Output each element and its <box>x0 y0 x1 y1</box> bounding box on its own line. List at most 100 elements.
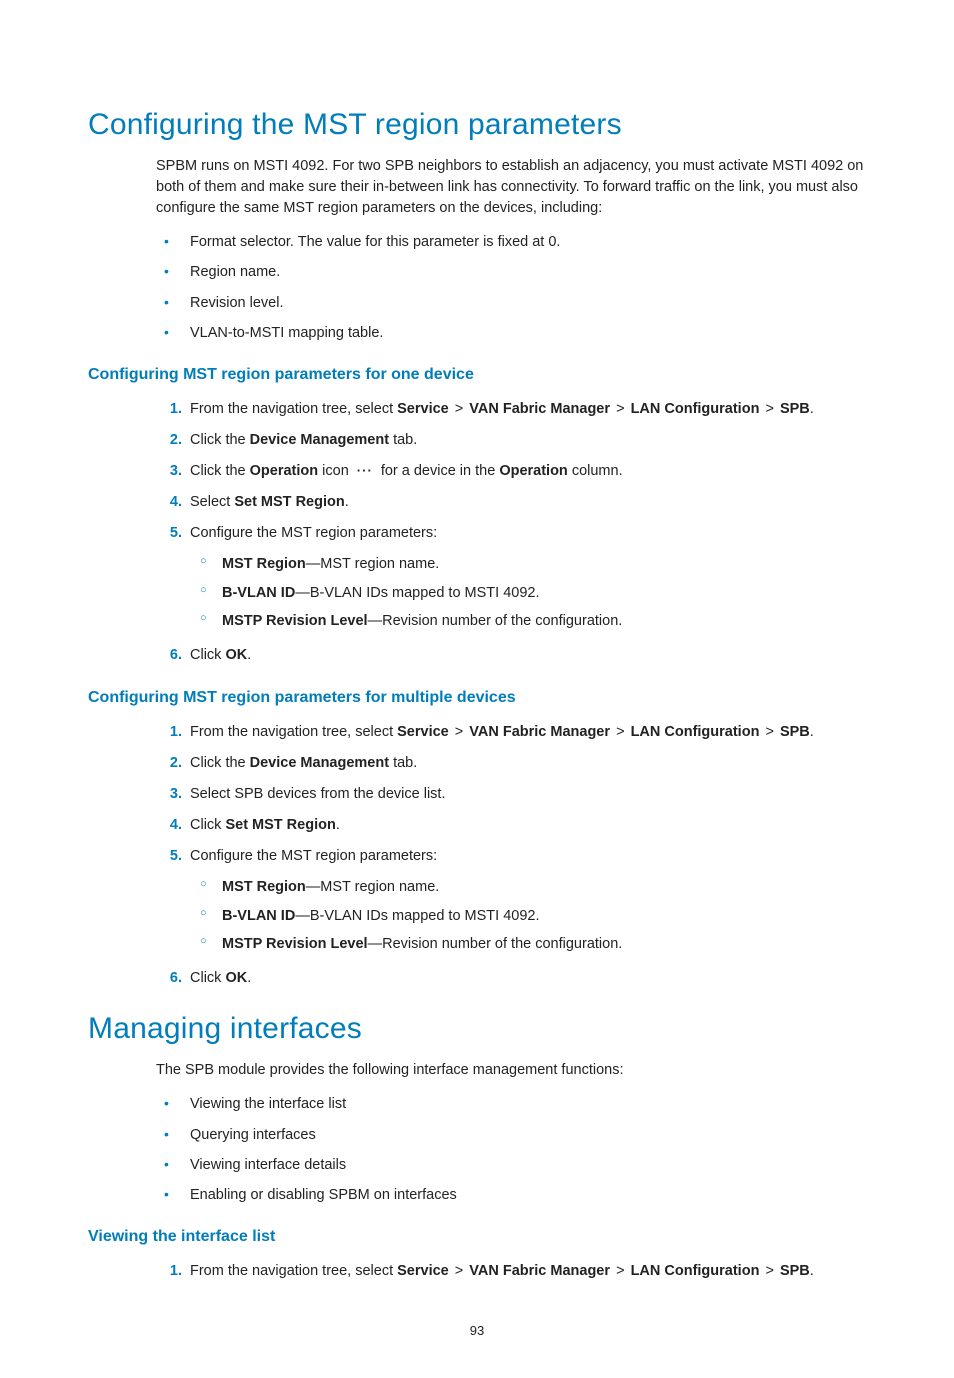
step-item: Configure the MST region parameters: MST… <box>156 518 866 640</box>
operation-icon: ··· <box>353 462 377 481</box>
set-mst-region-label: Set MST Region <box>225 817 335 833</box>
sub-item: B-VLAN ID—B-VLAN IDs mapped to MSTI 4092… <box>190 902 866 930</box>
ok-label: OK <box>225 647 247 663</box>
sub-text: —B-VLAN IDs mapped to MSTI 4092. <box>295 908 539 924</box>
sub-item: MST Region—MST region name. <box>190 550 866 578</box>
intro-paragraph: SPBM runs on MSTI 4092. For two SPB neig… <box>156 156 866 219</box>
steps-one-device: From the navigation tree, select Service… <box>156 394 866 671</box>
step-text: Select <box>190 494 234 510</box>
heading-multiple-devices: Configuring MST region parameters for mu… <box>88 689 866 707</box>
steps-multiple-devices: From the navigation tree, select Service… <box>156 717 866 994</box>
list-item: Querying interfaces <box>156 1120 866 1150</box>
nav-sep: > <box>765 724 773 740</box>
nav-vfm: VAN Fabric Manager <box>469 1263 610 1279</box>
operation-column-label: Operation <box>499 463 567 479</box>
step-text: for a device in the <box>377 463 500 479</box>
sub-text: —MST region name. <box>306 879 440 895</box>
list-item: Viewing interface details <box>156 1150 866 1180</box>
device-management-label: Device Management <box>250 755 389 771</box>
nav-vfm: VAN Fabric Manager <box>469 724 610 740</box>
step-text: Click <box>190 817 225 833</box>
step-text: Click <box>190 647 225 663</box>
step-text: Click the <box>190 432 250 448</box>
sub-text: —MST region name. <box>306 556 440 572</box>
mstp-revision-label: MSTP Revision Level <box>222 936 368 952</box>
step-item: Click the Device Management tab. <box>156 425 866 456</box>
step-item: Click OK. <box>156 640 866 671</box>
step-text: tab. <box>389 432 417 448</box>
step-item: Select SPB devices from the device list. <box>156 779 866 810</box>
bvlan-id-label: B-VLAN ID <box>222 585 295 601</box>
step-item: Click the Device Management tab. <box>156 748 866 779</box>
mst-region-label: MST Region <box>222 879 306 895</box>
nav-service: Service <box>397 1263 449 1279</box>
nav-vfm: VAN Fabric Manager <box>469 401 610 417</box>
nav-lan: LAN Configuration <box>631 724 760 740</box>
list-item: Revision level. <box>156 288 866 318</box>
step-text: . <box>247 647 251 663</box>
step-item: Click the Operation icon ··· for a devic… <box>156 456 866 487</box>
step-suffix: . <box>810 401 814 417</box>
list-item: Format selector. The value for this para… <box>156 227 866 257</box>
interface-functions-list: Viewing the interface list Querying inte… <box>156 1089 866 1210</box>
step-item: From the navigation tree, select Service… <box>156 717 866 748</box>
step-item: Click OK. <box>156 963 866 994</box>
step-item: From the navigation tree, select Service… <box>156 1256 866 1287</box>
list-item: VLAN-to-MSTI mapping table. <box>156 318 866 348</box>
list-item: Region name. <box>156 257 866 287</box>
step-text: From the navigation tree, select <box>190 724 397 740</box>
nav-sep: > <box>455 401 463 417</box>
step-text: tab. <box>389 755 417 771</box>
list-item: Enabling or disabling SPBM on interfaces <box>156 1180 866 1210</box>
mstp-revision-label: MSTP Revision Level <box>222 613 368 629</box>
step-text: Configure the MST region parameters: <box>190 525 437 541</box>
set-mst-region-label: Set MST Region <box>234 494 344 510</box>
step-text: Click the <box>190 755 250 771</box>
mst-params-list: Format selector. The value for this para… <box>156 227 866 348</box>
step-text: icon <box>318 463 353 479</box>
sub-item: MSTP Revision Level—Revision number of t… <box>190 607 866 635</box>
heading-one-device: Configuring MST region parameters for on… <box>88 366 866 384</box>
step-text: . <box>247 970 251 986</box>
nav-spb: SPB <box>780 724 810 740</box>
bvlan-id-label: B-VLAN ID <box>222 908 295 924</box>
sub-text: —Revision number of the configuration. <box>368 936 623 952</box>
mst-region-label: MST Region <box>222 556 306 572</box>
step-item: Configure the MST region parameters: MST… <box>156 841 866 963</box>
step-text: . <box>345 494 349 510</box>
intro-paragraph-b: The SPB module provides the following in… <box>156 1060 866 1081</box>
step-text: column. <box>568 463 623 479</box>
step-item: Select Set MST Region. <box>156 487 866 518</box>
page-content: Configuring the MST region parameters SP… <box>0 0 954 1378</box>
sub-text: —B-VLAN IDs mapped to MSTI 4092. <box>295 585 539 601</box>
nav-spb: SPB <box>780 1263 810 1279</box>
step-text: Configure the MST region parameters: <box>190 848 437 864</box>
step-text: Click the <box>190 463 250 479</box>
ok-label: OK <box>225 970 247 986</box>
nav-sep: > <box>765 401 773 417</box>
operation-label: Operation <box>250 463 318 479</box>
sub-item: MST Region—MST region name. <box>190 873 866 901</box>
nav-sep: > <box>455 1263 463 1279</box>
sub-text: —Revision number of the configuration. <box>368 613 623 629</box>
nav-service: Service <box>397 401 449 417</box>
list-item: Viewing the interface list <box>156 1089 866 1119</box>
heading-configuring-mst: Configuring the MST region parameters <box>88 108 866 142</box>
sub-list: MST Region—MST region name. B-VLAN ID—B-… <box>190 873 866 958</box>
steps-viewing-interface-list: From the navigation tree, select Service… <box>156 1256 866 1287</box>
nav-sep: > <box>616 724 624 740</box>
nav-sep: > <box>616 1263 624 1279</box>
sub-list: MST Region—MST region name. B-VLAN ID—B-… <box>190 550 866 635</box>
device-management-label: Device Management <box>250 432 389 448</box>
heading-managing-interfaces: Managing interfaces <box>88 1012 866 1046</box>
step-text: . <box>336 817 340 833</box>
step-text: From the navigation tree, select <box>190 1263 397 1279</box>
nav-service: Service <box>397 724 449 740</box>
step-suffix: . <box>810 1263 814 1279</box>
step-item: Click Set MST Region. <box>156 810 866 841</box>
sub-item: MSTP Revision Level—Revision number of t… <box>190 930 866 958</box>
step-text: From the navigation tree, select <box>190 401 397 417</box>
step-suffix: . <box>810 724 814 740</box>
nav-sep: > <box>616 401 624 417</box>
nav-lan: LAN Configuration <box>631 401 760 417</box>
